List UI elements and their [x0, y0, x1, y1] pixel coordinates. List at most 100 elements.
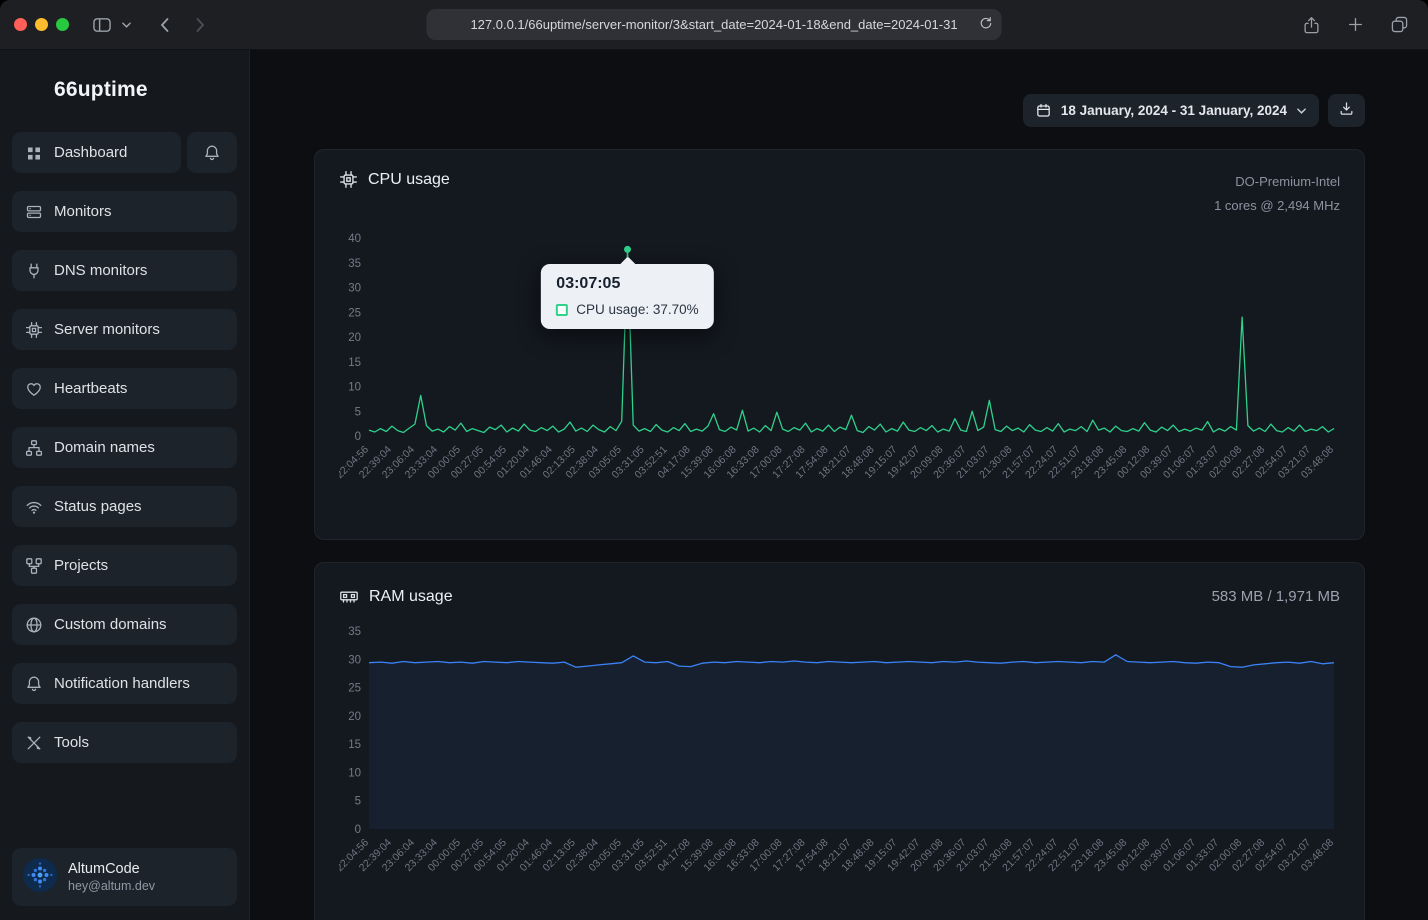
date-range-text: 18 January, 2024 - 31 January, 2024 — [1061, 103, 1287, 118]
share-icon[interactable] — [1296, 10, 1326, 40]
forward-button[interactable] — [185, 10, 215, 40]
cpu-card-meta: DO-Premium-Intel 1 cores @ 2,494 MHz — [1214, 170, 1340, 218]
tools-icon — [25, 734, 43, 752]
tab-overview-icon[interactable] — [1384, 10, 1414, 40]
svg-text:10: 10 — [348, 767, 361, 779]
sidebar-chevron-icon[interactable] — [117, 10, 135, 40]
new-tab-plus-icon[interactable] — [1340, 10, 1370, 40]
sidebar-item-label: Heartbeats — [54, 380, 127, 397]
globe-icon — [25, 616, 43, 634]
zoom-window-button[interactable] — [56, 18, 69, 31]
browser-chrome: 127.0.0.1/66uptime/server-monitor/3&star… — [0, 0, 1428, 50]
svg-text:20: 20 — [348, 711, 361, 723]
sidebar-item-domain-names[interactable]: Domain names — [12, 427, 237, 468]
sidebar-item-label: DNS monitors — [54, 262, 147, 279]
series-swatch-icon — [556, 304, 568, 316]
sidebar-item-label: Domain names — [54, 439, 155, 456]
profile-card[interactable]: AltumCode hey@altum.dev — [12, 848, 237, 906]
sidebar-item-tools[interactable]: Tools — [12, 722, 237, 763]
download-icon — [1339, 101, 1354, 121]
url-text: 127.0.0.1/66uptime/server-monitor/3&star… — [470, 17, 957, 32]
svg-text:25: 25 — [348, 682, 361, 694]
notifications-bell-button[interactable] — [187, 132, 237, 173]
bell-icon — [203, 144, 221, 162]
cpu-usage-chart[interactable]: 051015202530354022:04:5622:39:0423:06:04… — [339, 226, 1340, 521]
sidebar-nav: Dashboard Monitors DNS monitors Server moni… — [12, 132, 237, 781]
sidebar-item-label: Server monitors — [54, 321, 160, 338]
chrome-right-controls — [1296, 10, 1414, 40]
svg-text:5: 5 — [355, 796, 361, 808]
sitemap-icon — [25, 439, 43, 457]
profile-email: hey@altum.dev — [68, 879, 155, 893]
back-button[interactable] — [149, 10, 179, 40]
svg-text:30: 30 — [348, 283, 361, 295]
sidebar: 66uptime Dashboard Monitors DNS monitors Se… — [0, 50, 250, 920]
browser-window: 127.0.0.1/66uptime/server-monitor/3&star… — [0, 0, 1428, 920]
cpu-usage-card: CPU usage DO-Premium-Intel 1 cores @ 2,4… — [314, 149, 1365, 540]
sidebar-item-heartbeats[interactable]: Heartbeats — [12, 368, 237, 409]
svg-text:40: 40 — [348, 233, 361, 245]
server-plan-label: DO-Premium-Intel — [1214, 170, 1340, 194]
traffic-lights — [14, 18, 69, 31]
ram-chart-area: 0510152025303522:04:5622:39:0423:06:0423… — [339, 619, 1340, 914]
sidebar-item-monitors[interactable]: Monitors — [12, 191, 237, 232]
cpu-icon — [339, 170, 358, 189]
app-logo: 66uptime — [54, 78, 237, 102]
sidebar-item-server-monitors[interactable]: Server monitors — [12, 309, 237, 350]
sidebar-item-label: Notification handlers — [54, 675, 190, 692]
tooltip-value: CPU usage: 37.70% — [576, 302, 698, 317]
ram-icon — [339, 588, 359, 606]
cpu-icon — [25, 321, 43, 339]
plug-icon — [25, 262, 43, 280]
svg-text:0: 0 — [355, 824, 361, 836]
ram-card-meta: 583 MB / 1,971 MB — [1212, 583, 1340, 611]
reload-icon[interactable] — [979, 16, 993, 33]
bell-icon — [25, 675, 43, 693]
svg-text:10: 10 — [348, 382, 361, 394]
tooltip-time: 03:07:05 — [556, 275, 698, 293]
main-content: 18 January, 2024 - 31 January, 2024 — [250, 50, 1428, 920]
svg-text:35: 35 — [348, 626, 361, 638]
ram-usage-card: RAM usage 583 MB / 1,971 MB 051015202530… — [314, 562, 1365, 920]
sidebar-item-custom-domains[interactable]: Custom domains — [12, 604, 237, 645]
sidebar-item-label: Status pages — [54, 498, 142, 515]
cpu-chart-area: 051015202530354022:04:5622:39:0423:06:04… — [339, 226, 1340, 521]
address-bar[interactable]: 127.0.0.1/66uptime/server-monitor/3&star… — [427, 9, 1002, 40]
toolbar: 18 January, 2024 - 31 January, 2024 — [314, 94, 1365, 127]
svg-text:25: 25 — [348, 307, 361, 319]
close-window-button[interactable] — [14, 18, 27, 31]
diagram-icon — [25, 557, 43, 575]
altumcode-logo-icon — [23, 858, 57, 897]
download-report-button[interactable] — [1328, 94, 1365, 127]
ram-usage-chart[interactable]: 0510152025303522:04:5622:39:0423:06:0423… — [339, 619, 1340, 914]
sidebar-toggle-icon[interactable] — [87, 10, 117, 40]
svg-text:20: 20 — [348, 332, 361, 344]
rows-icon — [25, 203, 43, 221]
chevron-down-icon — [1297, 108, 1306, 114]
svg-text:15: 15 — [348, 357, 361, 369]
date-range-picker[interactable]: 18 January, 2024 - 31 January, 2024 — [1023, 94, 1319, 127]
sidebar-item-label: Tools — [54, 734, 89, 751]
svg-text:30: 30 — [348, 654, 361, 666]
signal-icon — [25, 498, 43, 516]
sidebar-item-notification-handlers[interactable]: Notification handlers — [12, 663, 237, 704]
sidebar-item-label: Projects — [54, 557, 108, 574]
sidebar-item-dashboard[interactable]: Dashboard — [12, 132, 181, 173]
sidebar-item-label: Custom domains — [54, 616, 167, 633]
svg-text:0: 0 — [355, 431, 361, 443]
sidebar-item-label: Dashboard — [54, 144, 127, 161]
profile-name: AltumCode — [68, 861, 155, 877]
svg-text:35: 35 — [348, 258, 361, 270]
svg-text:15: 15 — [348, 739, 361, 751]
svg-text:5: 5 — [355, 406, 361, 418]
sidebar-item-status-pages[interactable]: Status pages — [12, 486, 237, 527]
grid-icon — [25, 144, 43, 162]
minimize-window-button[interactable] — [35, 18, 48, 31]
sidebar-item-projects[interactable]: Projects — [12, 545, 237, 586]
cpu-spec-label: 1 cores @ 2,494 MHz — [1214, 194, 1340, 218]
chart-tooltip: 03:07:05 CPU usage: 37.70% — [541, 264, 713, 329]
sidebar-item-dns-monitors[interactable]: DNS monitors — [12, 250, 237, 291]
heart-icon — [25, 380, 43, 398]
cpu-card-title: CPU usage — [368, 171, 450, 189]
calendar-icon — [1036, 103, 1051, 118]
